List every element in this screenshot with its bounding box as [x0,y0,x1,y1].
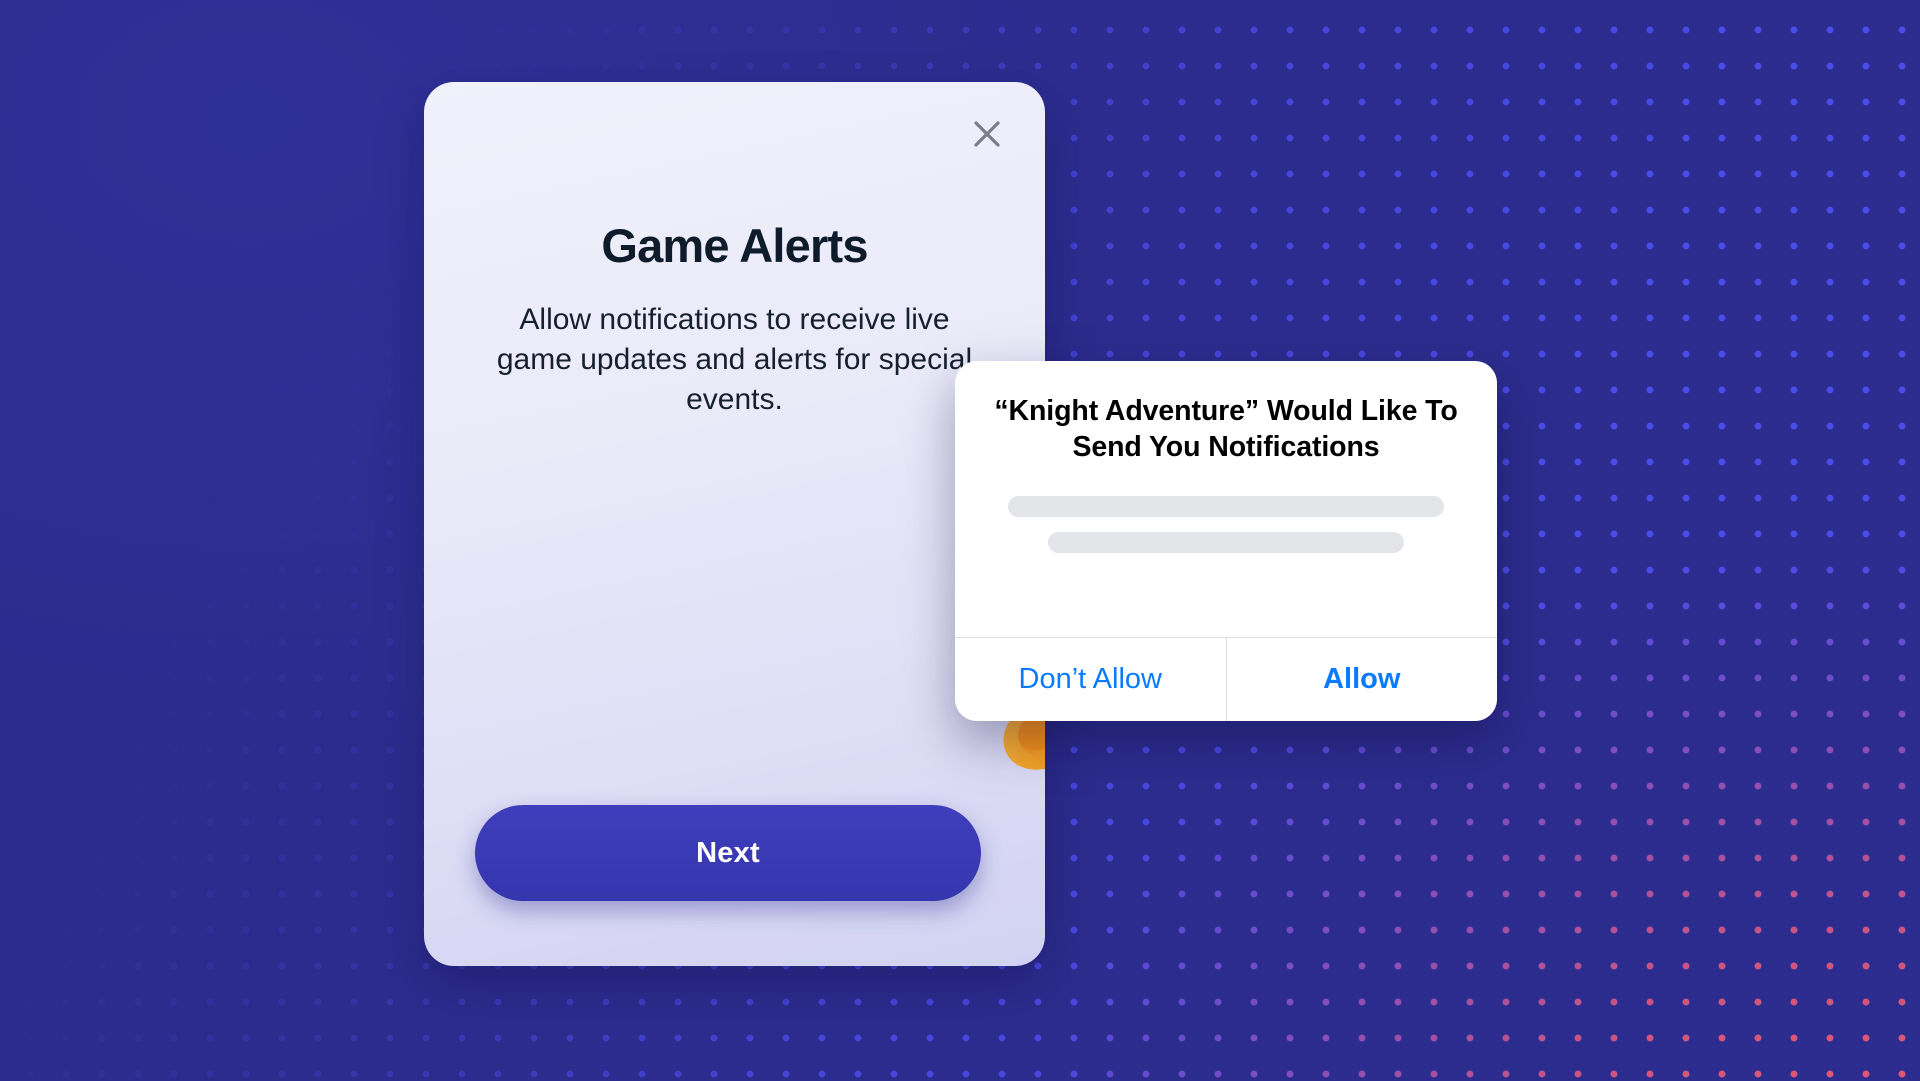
dialog-actions: Don’t Allow Allow [955,637,1497,721]
allow-button[interactable]: Allow [1225,638,1497,721]
dialog-body: “Knight Adventure” Would Like To Send Yo… [955,361,1497,637]
screen-root: Game Alerts Allow notifications to recei… [0,0,1920,1081]
close-button[interactable] [961,108,1013,160]
dialog-title: “Knight Adventure” Would Like To Send Yo… [994,395,1458,464]
placeholder-bar [1008,495,1444,517]
dialog-placeholder-text [989,495,1463,553]
close-x-icon [972,119,1002,149]
ios-notification-permission-dialog: “Knight Adventure” Would Like To Send Yo… [955,361,1497,721]
card-subtitle: Allow notifications to receive live game… [496,303,973,416]
dont-allow-button[interactable]: Don’t Allow [955,638,1226,721]
onboarding-card: Game Alerts Allow notifications to recei… [424,82,1045,966]
page-title: Game Alerts [601,219,868,272]
next-button[interactable]: Next [475,805,981,901]
placeholder-bar [1048,531,1404,553]
